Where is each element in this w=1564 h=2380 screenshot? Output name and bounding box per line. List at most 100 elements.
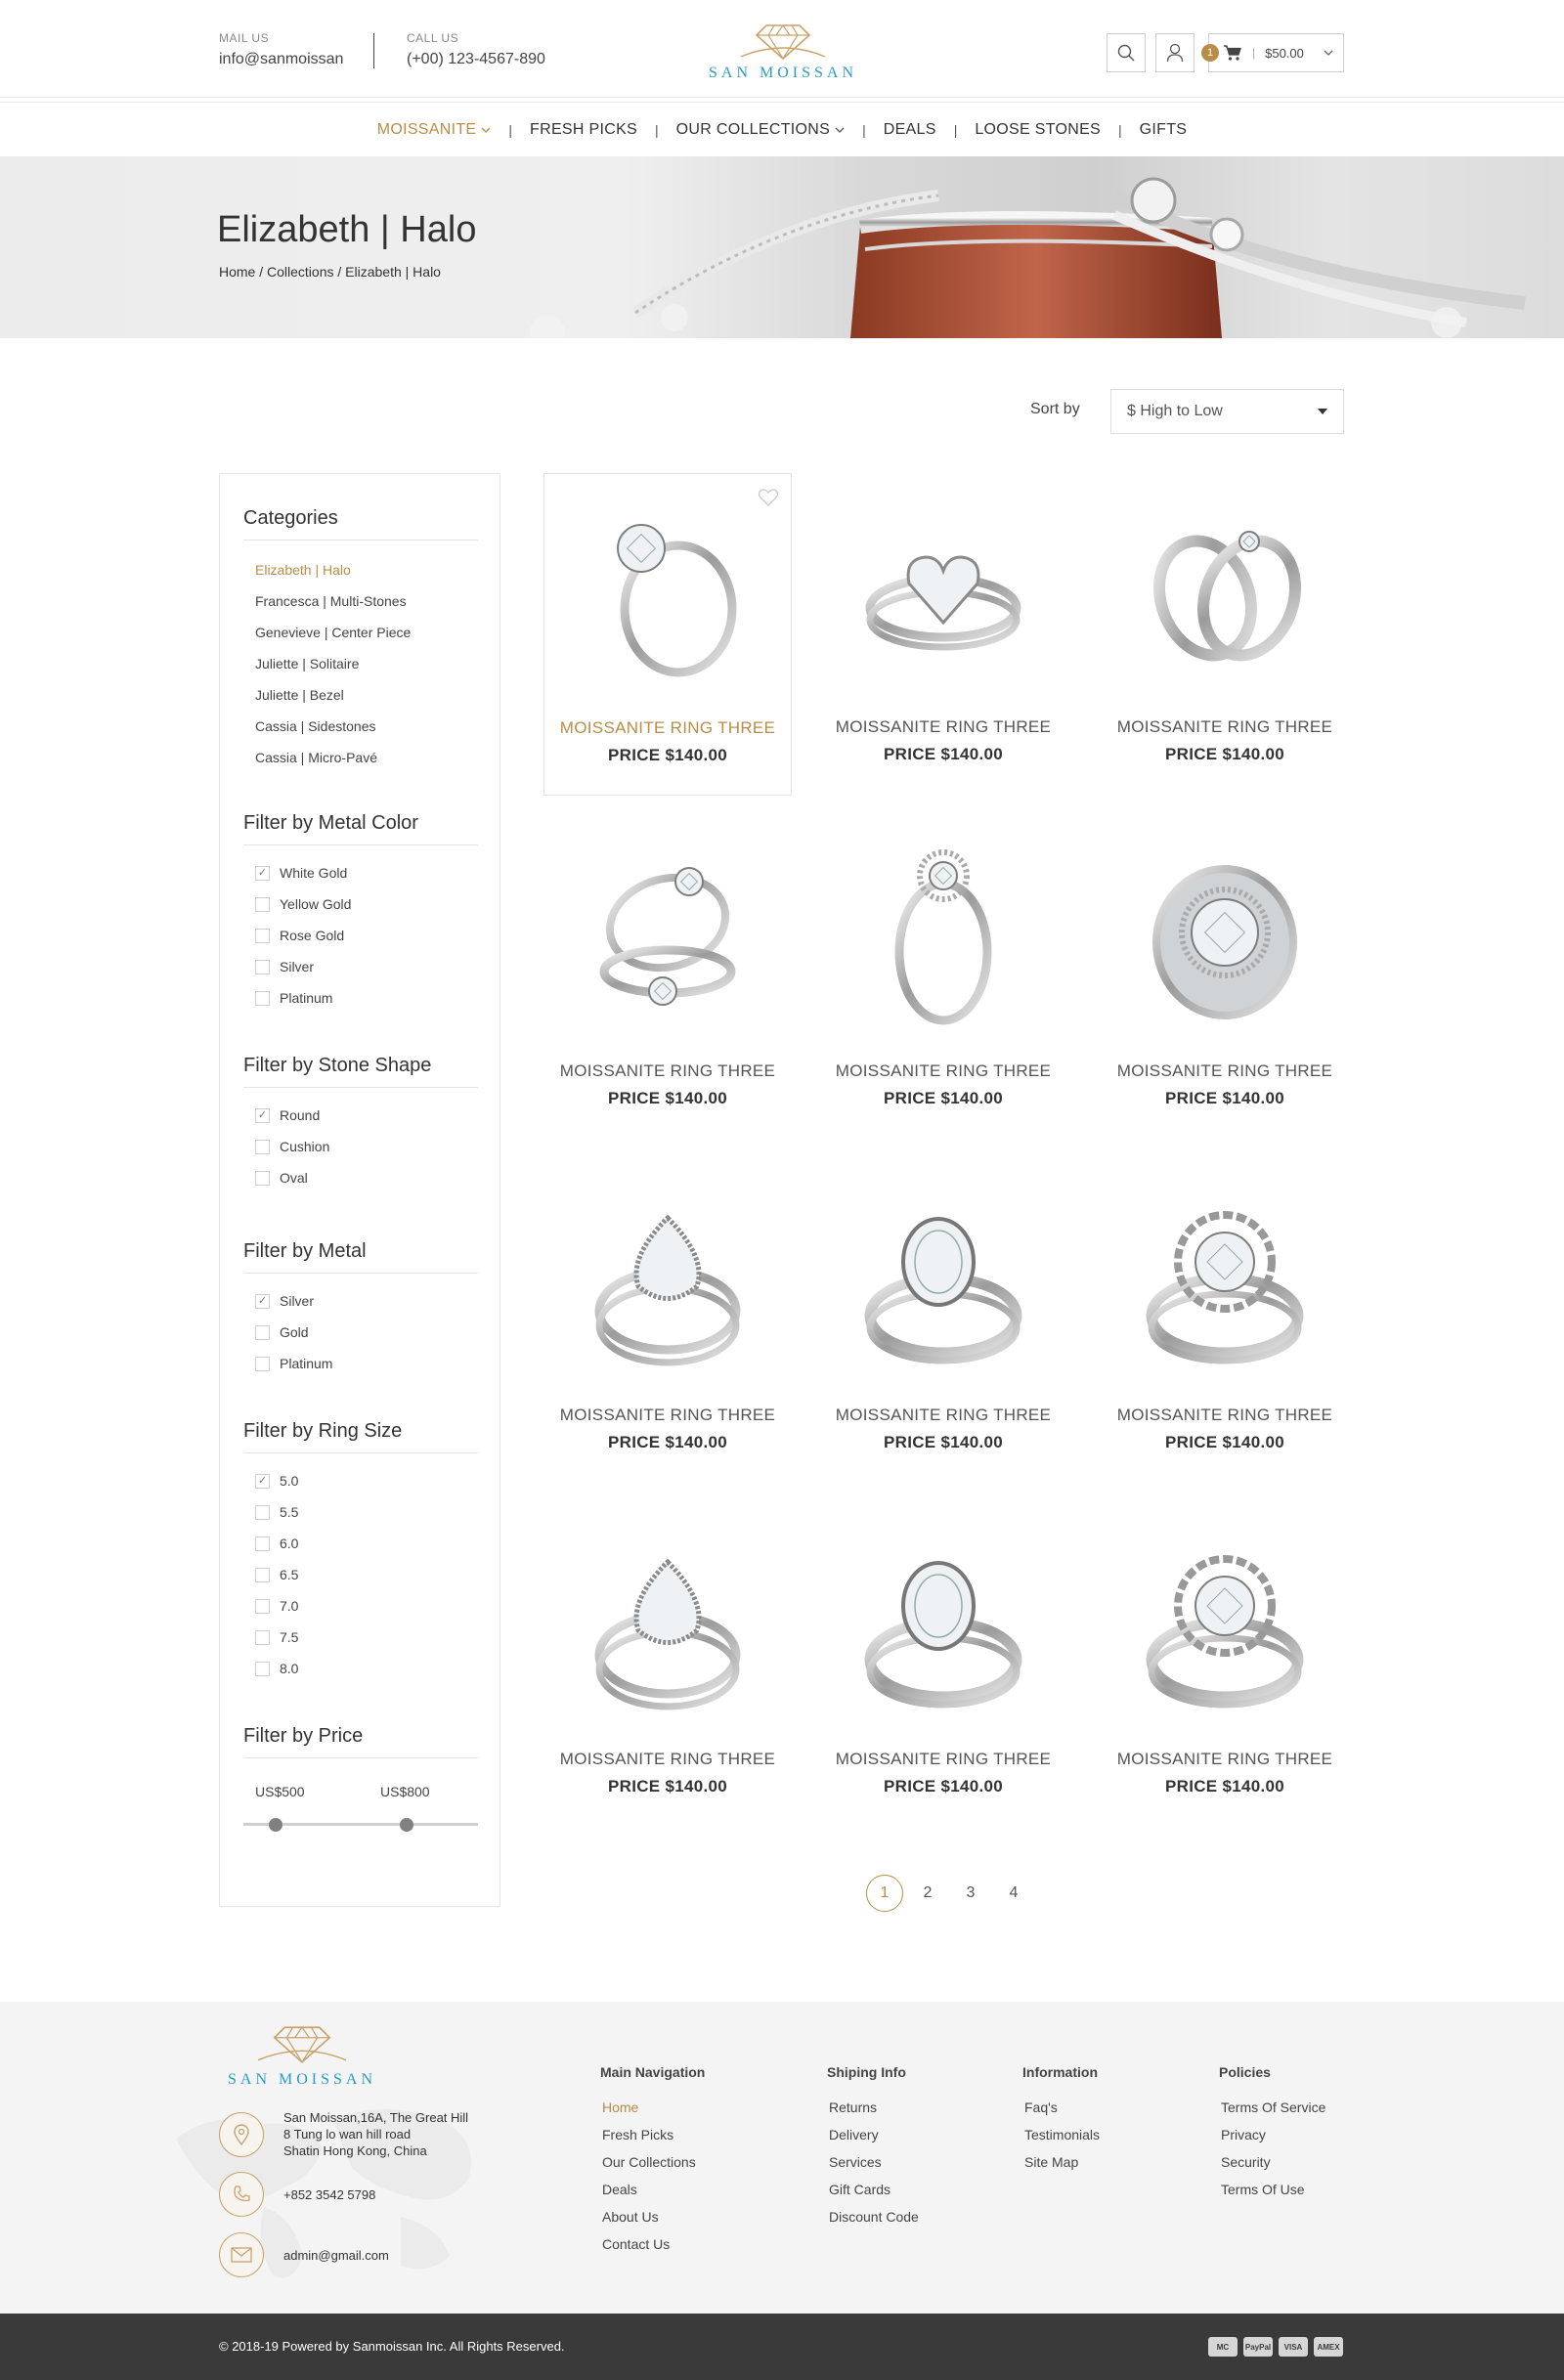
checkbox[interactable] [255, 1598, 270, 1614]
search-button[interactable] [1107, 33, 1146, 72]
slider-max-handle[interactable] [400, 1818, 413, 1832]
product-name[interactable]: MOISSANITE RING THREE [1101, 1061, 1349, 1081]
call-value[interactable]: (+00) 123-4567-890 [407, 51, 545, 68]
product-image[interactable] [1127, 1523, 1323, 1718]
product-image[interactable] [846, 1179, 1041, 1374]
footer-logo[interactable]: SAN MOISSAN [219, 2021, 385, 2089]
checkbox[interactable] [255, 1629, 270, 1645]
product-name[interactable]: MOISSANITE RING THREE [1101, 1750, 1349, 1769]
footer-link[interactable]: Terms Of Use [1221, 2176, 1325, 2203]
nav-item-fresh-picks[interactable]: FRESH PICKS [512, 121, 655, 139]
footer-link[interactable]: Security [1221, 2148, 1325, 2176]
product-image[interactable] [571, 492, 766, 687]
product-card[interactable]: MOISSANITE RING THREE PRICE $140.00 [1101, 817, 1349, 1140]
filter-option[interactable]: Gold [255, 1317, 478, 1348]
checkbox[interactable] [255, 1356, 270, 1371]
product-name[interactable]: MOISSANITE RING THREE [819, 1061, 1067, 1081]
footer-link[interactable]: Home [602, 2094, 705, 2121]
footer-link[interactable]: Deals [602, 2176, 705, 2203]
page-link[interactable]: 4 [995, 1875, 1032, 1912]
page-link-current[interactable]: 1 [866, 1875, 903, 1912]
checkbox[interactable] [255, 1567, 270, 1582]
filter-option[interactable]: ✓ Round [255, 1100, 478, 1131]
footer-link[interactable]: Discount Code [829, 2203, 919, 2230]
footer-link[interactable]: Testimonials [1024, 2121, 1100, 2148]
category-item[interactable]: Francesca | Multi-Stones [255, 585, 478, 617]
product-card[interactable]: MOISSANITE RING THREE PRICE $140.00 [1101, 1161, 1349, 1484]
product-name[interactable]: MOISSANITE RING THREE [819, 1750, 1067, 1769]
product-name[interactable]: MOISSANITE RING THREE [544, 718, 791, 738]
footer-link[interactable]: Privacy [1221, 2121, 1325, 2148]
product-card[interactable]: MOISSANITE RING THREE PRICE $140.00 [543, 1505, 792, 1828]
category-item[interactable]: Juliette | Solitaire [255, 648, 478, 679]
product-name[interactable]: MOISSANITE RING THREE [543, 1750, 792, 1769]
product-name[interactable]: MOISSANITE RING THREE [543, 1061, 792, 1081]
page-link[interactable]: 3 [952, 1875, 989, 1912]
nav-item-our-collections[interactable]: OUR COLLECTIONS [659, 121, 862, 139]
product-image[interactable] [570, 1179, 765, 1374]
breadcrumb[interactable]: Home / Collections / Elizabeth | Halo [219, 264, 441, 280]
footer-link[interactable]: Contact Us [602, 2230, 705, 2258]
filter-option[interactable]: Platinum [255, 1348, 478, 1379]
price-range-slider[interactable] [243, 1817, 478, 1832]
footer-link[interactable]: Services [829, 2148, 919, 2176]
filter-option[interactable]: ✓ Silver [255, 1285, 478, 1317]
product-card[interactable]: MOISSANITE RING THREE PRICE $140.00 [819, 1161, 1067, 1484]
nav-item-loose-stones[interactable]: LOOSE STONES [957, 121, 1118, 139]
checkbox-checked[interactable]: ✓ [255, 865, 270, 881]
product-image[interactable] [1127, 835, 1323, 1030]
product-image[interactable] [1127, 1179, 1323, 1374]
filter-option[interactable]: ✓ 5.0 [255, 1465, 478, 1496]
footer-link[interactable]: Delivery [829, 2121, 919, 2148]
footer-link[interactable]: Site Map [1024, 2148, 1100, 2176]
footer-link[interactable]: Returns [829, 2094, 919, 2121]
nav-item-deals[interactable]: DEALS [866, 121, 954, 139]
footer-link[interactable]: Terms Of Service [1221, 2094, 1325, 2121]
filter-option[interactable]: Silver [255, 951, 478, 982]
product-card[interactable]: MOISSANITE RING THREE PRICE $140.00 [543, 473, 792, 796]
phone-number[interactable]: +852 3542 5798 [283, 2186, 375, 2203]
nav-item-gifts[interactable]: GIFTS [1122, 121, 1205, 139]
site-logo[interactable]: SAN MOISSAN [700, 20, 866, 84]
footer-link[interactable]: Gift Cards [829, 2176, 919, 2203]
product-image[interactable] [846, 835, 1041, 1030]
filter-option[interactable]: 5.5 [255, 1496, 478, 1528]
heart-icon[interactable] [758, 488, 779, 512]
footer-link[interactable]: Fresh Picks [602, 2121, 705, 2148]
nav-item-moissanite[interactable]: MOISSANITE [360, 121, 509, 139]
product-image[interactable] [570, 1523, 765, 1718]
category-item[interactable]: Cassia | Sidestones [255, 711, 478, 742]
footer-link[interactable]: Our Collections [602, 2148, 705, 2176]
email-address[interactable]: admin@gmail.com [283, 2247, 389, 2264]
cart-button[interactable]: 1 | $50.00 [1201, 33, 1344, 72]
checkbox[interactable] [255, 928, 270, 943]
filter-option[interactable]: Rose Gold [255, 920, 478, 951]
slider-min-handle[interactable] [269, 1818, 282, 1832]
product-card[interactable]: MOISSANITE RING THREE PRICE $140.00 [819, 473, 1067, 796]
product-name[interactable]: MOISSANITE RING THREE [1101, 1406, 1349, 1425]
footer-link[interactable]: About Us [602, 2203, 705, 2230]
product-name[interactable]: MOISSANITE RING THREE [1101, 717, 1349, 737]
filter-option[interactable]: 6.0 [255, 1528, 478, 1559]
checkbox[interactable] [255, 1324, 270, 1340]
checkbox[interactable] [255, 1536, 270, 1551]
product-card[interactable]: MOISSANITE RING THREE PRICE $140.00 [543, 817, 792, 1140]
filter-option[interactable]: 7.5 [255, 1622, 478, 1653]
product-card[interactable]: MOISSANITE RING THREE PRICE $140.00 [819, 817, 1067, 1140]
checkbox-checked[interactable]: ✓ [255, 1293, 270, 1309]
sort-select[interactable]: $ High to Low [1110, 389, 1344, 434]
footer-link[interactable]: Faq's [1024, 2094, 1100, 2121]
filter-option[interactable]: ✓ White Gold [255, 857, 478, 888]
filter-option[interactable]: 6.5 [255, 1559, 478, 1590]
category-item[interactable]: Cassia | Micro-Pavé [255, 742, 478, 773]
checkbox[interactable] [255, 1170, 270, 1186]
product-name[interactable]: MOISSANITE RING THREE [543, 1406, 792, 1425]
category-item[interactable]: Elizabeth | Halo [255, 554, 478, 585]
filter-option[interactable]: Oval [255, 1162, 478, 1193]
filter-option[interactable]: Cushion [255, 1131, 478, 1162]
category-item[interactable]: Genevieve | Center Piece [255, 617, 478, 648]
mail-value[interactable]: info@sanmoissan [219, 51, 343, 68]
filter-option[interactable]: Platinum [255, 982, 478, 1014]
product-card[interactable]: MOISSANITE RING THREE PRICE $140.00 [1101, 473, 1349, 796]
filter-option[interactable]: Yellow Gold [255, 888, 478, 920]
